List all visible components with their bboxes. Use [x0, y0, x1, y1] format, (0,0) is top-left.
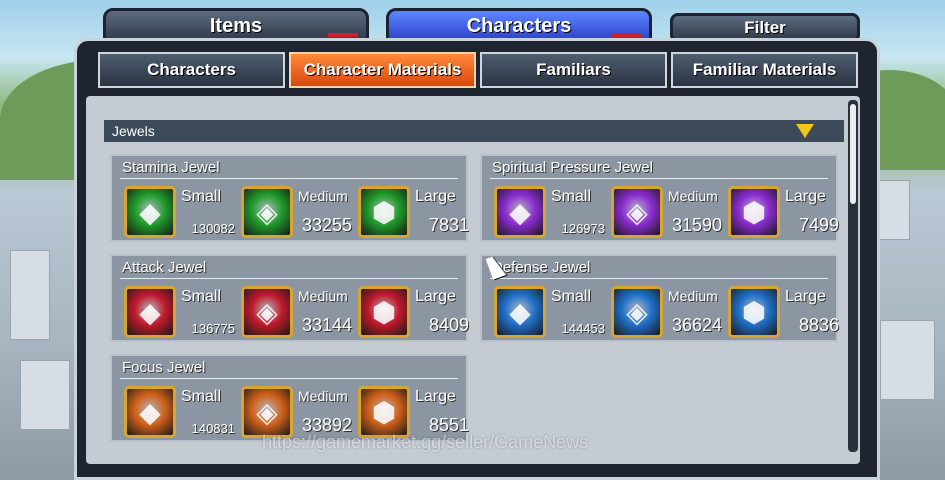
background-building	[880, 320, 935, 400]
jewel-icon[interactable]: ⬢	[358, 186, 410, 238]
jewel-count: 126973	[561, 221, 605, 236]
divider	[120, 378, 458, 379]
sub-tab-bar: Characters Character Materials Familiars…	[98, 52, 858, 90]
jewel-count: 130082	[191, 221, 235, 236]
subtab-characters[interactable]: Characters	[98, 52, 285, 88]
jewel-icon[interactable]: ◆	[124, 186, 176, 238]
jewel-size-label: Small	[551, 288, 592, 305]
jewel-size-label: Large	[415, 188, 456, 205]
divider	[120, 278, 458, 279]
jewel-icon[interactable]: ◆	[124, 386, 176, 438]
jewel-icon[interactable]: ◆	[124, 286, 176, 338]
jewel-item-small[interactable]: ◆ Small 136775	[124, 286, 239, 338]
jewel-size-label: Small	[181, 388, 222, 405]
jewel-card: Focus Jewel ◆ Small 140831 ◈ Medium 33892 ⬢ Larg…	[110, 354, 469, 442]
divider	[490, 178, 828, 179]
background-building	[20, 360, 70, 430]
jewel-count: 7831	[428, 215, 469, 235]
jewel-size-label: Medium	[668, 188, 718, 204]
jewel-icon[interactable]: ◆	[494, 286, 546, 338]
jewel-icon[interactable]: ◈	[241, 386, 293, 438]
tab-items-label: Items	[209, 14, 263, 37]
jewel-icon[interactable]: ◈	[241, 186, 293, 238]
jewel-icon[interactable]: ⬢	[358, 286, 410, 338]
jewel-item-medium[interactable]: ◈ Medium 33892	[241, 386, 356, 438]
jewel-item-large[interactable]: ⬢ Large 7499	[728, 186, 843, 238]
jewel-count: 8409	[428, 315, 469, 335]
jewel-size-label: Medium	[298, 388, 348, 404]
background-building	[10, 250, 50, 340]
section-title: Jewels	[112, 123, 155, 139]
jewel-icon[interactable]: ⬢	[358, 386, 410, 438]
subtab-familiars[interactable]: Familiars	[480, 52, 667, 88]
subtab-label: Familiars	[536, 60, 611, 79]
jewel-count: 140831	[191, 421, 235, 436]
filter-button-label: Filter	[744, 18, 786, 37]
jewel-card-title: Spiritual Pressure Jewel	[492, 159, 653, 176]
jewel-count: 33255	[301, 215, 352, 235]
jewel-card-title: Defense Jewel	[492, 259, 591, 276]
jewel-card-title: Stamina Jewel	[122, 159, 220, 176]
jewel-count: 33144	[301, 315, 352, 335]
jewel-size-label: Large	[785, 188, 826, 205]
jewel-size-label: Small	[551, 188, 592, 205]
jewel-item-small[interactable]: ◆ Small 140831	[124, 386, 239, 438]
jewel-item-medium[interactable]: ◈ Medium 31590	[611, 186, 726, 238]
subtab-label: Character Materials	[303, 60, 462, 79]
tab-accent-stripe	[611, 33, 641, 37]
jewel-size-label: Large	[415, 388, 456, 405]
collapse-triangle-icon[interactable]	[796, 124, 814, 138]
jewel-item-medium[interactable]: ◈ Medium 36624	[611, 286, 726, 338]
jewel-card-title: Attack Jewel	[122, 259, 207, 276]
jewel-item-small[interactable]: ◆ Small 126973	[494, 186, 609, 238]
jewel-icon[interactable]: ⬢	[728, 186, 780, 238]
jewel-card: Attack Jewel ◆ Small 136775 ◈ Medium 33144 ⬢ Lar…	[110, 254, 469, 342]
jewel-size-label: Large	[785, 288, 826, 305]
jewel-item-large[interactable]: ⬢ Large 8409	[358, 286, 473, 338]
jewel-icon[interactable]: ◆	[494, 186, 546, 238]
jewel-item-large[interactable]: ⬢ Large 8836	[728, 286, 843, 338]
tab-accent-stripe	[328, 33, 358, 37]
jewel-item-small[interactable]: ◆ Small 130082	[124, 186, 239, 238]
divider	[120, 178, 458, 179]
subtab-label: Characters	[147, 60, 236, 79]
jewel-size-label: Large	[415, 288, 456, 305]
subtab-character-materials[interactable]: Character Materials	[289, 52, 476, 88]
subtab-label: Familiar Materials	[692, 60, 837, 79]
tab-characters-label: Characters	[466, 14, 572, 37]
jewel-size-label: Small	[181, 288, 222, 305]
jewel-icon[interactable]: ◈	[611, 186, 663, 238]
jewel-item-medium[interactable]: ◈ Medium 33255	[241, 186, 356, 238]
jewel-card: Defense Jewel ◆ Small 144453 ◈ Medium 36624 ⬢ La…	[480, 254, 839, 342]
watermark-url: https://gamemarket.gg/seller/GameNews	[262, 432, 589, 452]
jewel-count: 7499	[798, 215, 839, 235]
jewel-size-label: Small	[181, 188, 222, 205]
jewel-item-small[interactable]: ◆ Small 144453	[494, 286, 609, 338]
jewel-item-medium[interactable]: ◈ Medium 33144	[241, 286, 356, 338]
jewel-size-label: Medium	[668, 288, 718, 304]
jewel-icon[interactable]: ⬢	[728, 286, 780, 338]
jewel-size-label: Medium	[298, 288, 348, 304]
jewel-count: 36624	[671, 315, 722, 335]
subtab-familiar-materials[interactable]: Familiar Materials	[671, 52, 858, 88]
jewel-card-title: Focus Jewel	[122, 359, 206, 376]
jewel-icon[interactable]: ◈	[241, 286, 293, 338]
section-header-jewels[interactable]: Jewels	[104, 120, 844, 142]
jewel-card: Spiritual Pressure Jewel ◆ Small 126973 ◈ Med…	[480, 154, 839, 242]
jewel-icon[interactable]: ◈	[611, 286, 663, 338]
jewel-size-label: Medium	[298, 188, 348, 204]
jewel-count: 31590	[671, 215, 722, 235]
jewel-count: 136775	[191, 321, 235, 336]
jewel-item-large[interactable]: ⬢ Large 7831	[358, 186, 473, 238]
jewel-count: 8836	[798, 315, 839, 335]
jewel-count: 144453	[561, 321, 605, 336]
jewel-item-large[interactable]: ⬢ Large 8551	[358, 386, 473, 438]
scrollbar-thumb[interactable]	[850, 104, 856, 204]
jewel-card: Stamina Jewel ◆ Small 130082 ◈ Medium 33255 ⬢ La…	[110, 154, 469, 242]
divider	[490, 278, 828, 279]
